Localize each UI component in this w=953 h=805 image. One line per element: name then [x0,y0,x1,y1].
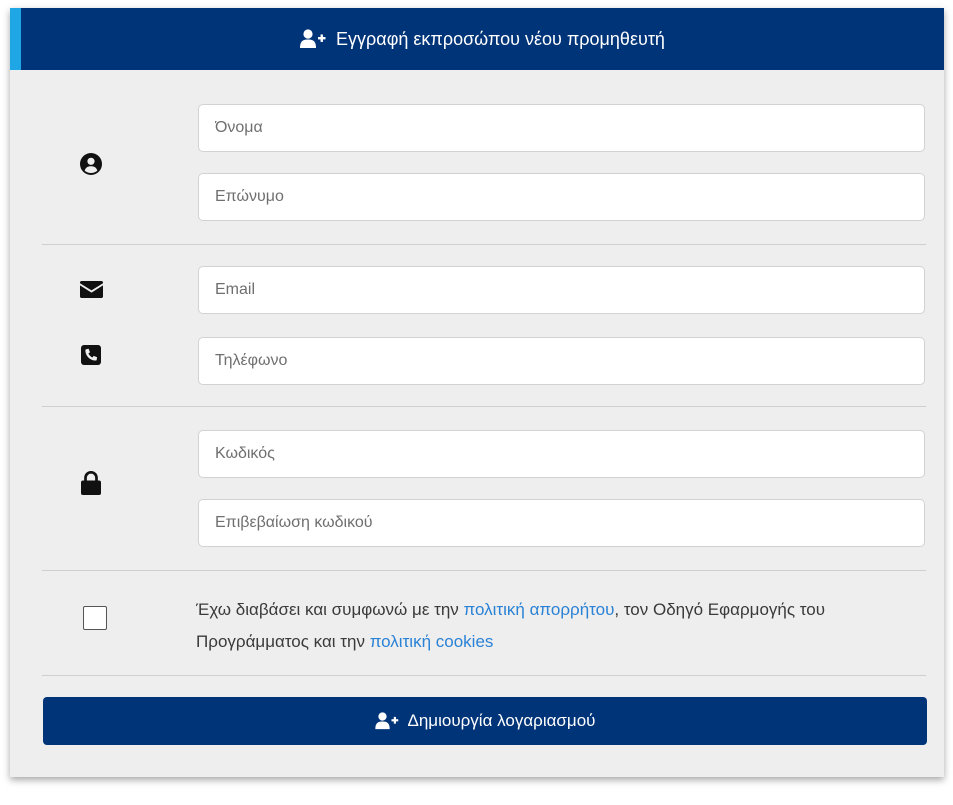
form-header: Εγγραφή εκπροσώπου νέου προμηθευτή [10,8,944,70]
phone-square-icon [81,345,101,365]
cookies-policy-link[interactable]: πολιτική cookies [370,632,494,651]
create-account-button[interactable]: Δημιουργία λογαριασμού [43,697,927,745]
section-divider [42,244,926,245]
section-divider [42,675,926,676]
privacy-policy-link[interactable]: πολιτική απορρήτου [464,600,615,619]
form-title: Εγγραφή εκπροσώπου νέου προμηθευτή [336,28,665,49]
user-circle-icon [80,153,102,175]
section-divider [42,406,926,407]
phone-input[interactable] [198,337,925,385]
lock-icon [81,471,101,495]
registration-card: Εγγραφή εκπροσώπου νέου προμηθευτή Έχω δ… [10,8,944,777]
password-confirm-input[interactable] [198,499,925,547]
user-plus-icon [374,712,398,730]
password-input[interactable] [198,430,925,478]
create-account-label: Δημιουργία λογαριασμού [407,711,596,730]
email-input[interactable] [198,266,925,314]
envelope-icon [80,281,103,298]
consent-checkbox[interactable] [83,606,107,630]
section-divider [42,570,926,571]
last-name-input[interactable] [198,173,925,221]
user-plus-icon [300,29,326,48]
first-name-input[interactable] [198,104,925,152]
consent-text: Έχω διαβάσει και συμφωνώ με την πολιτική… [196,594,896,658]
consent-text-before: Έχω διαβάσει και συμφωνώ με την [196,600,464,619]
